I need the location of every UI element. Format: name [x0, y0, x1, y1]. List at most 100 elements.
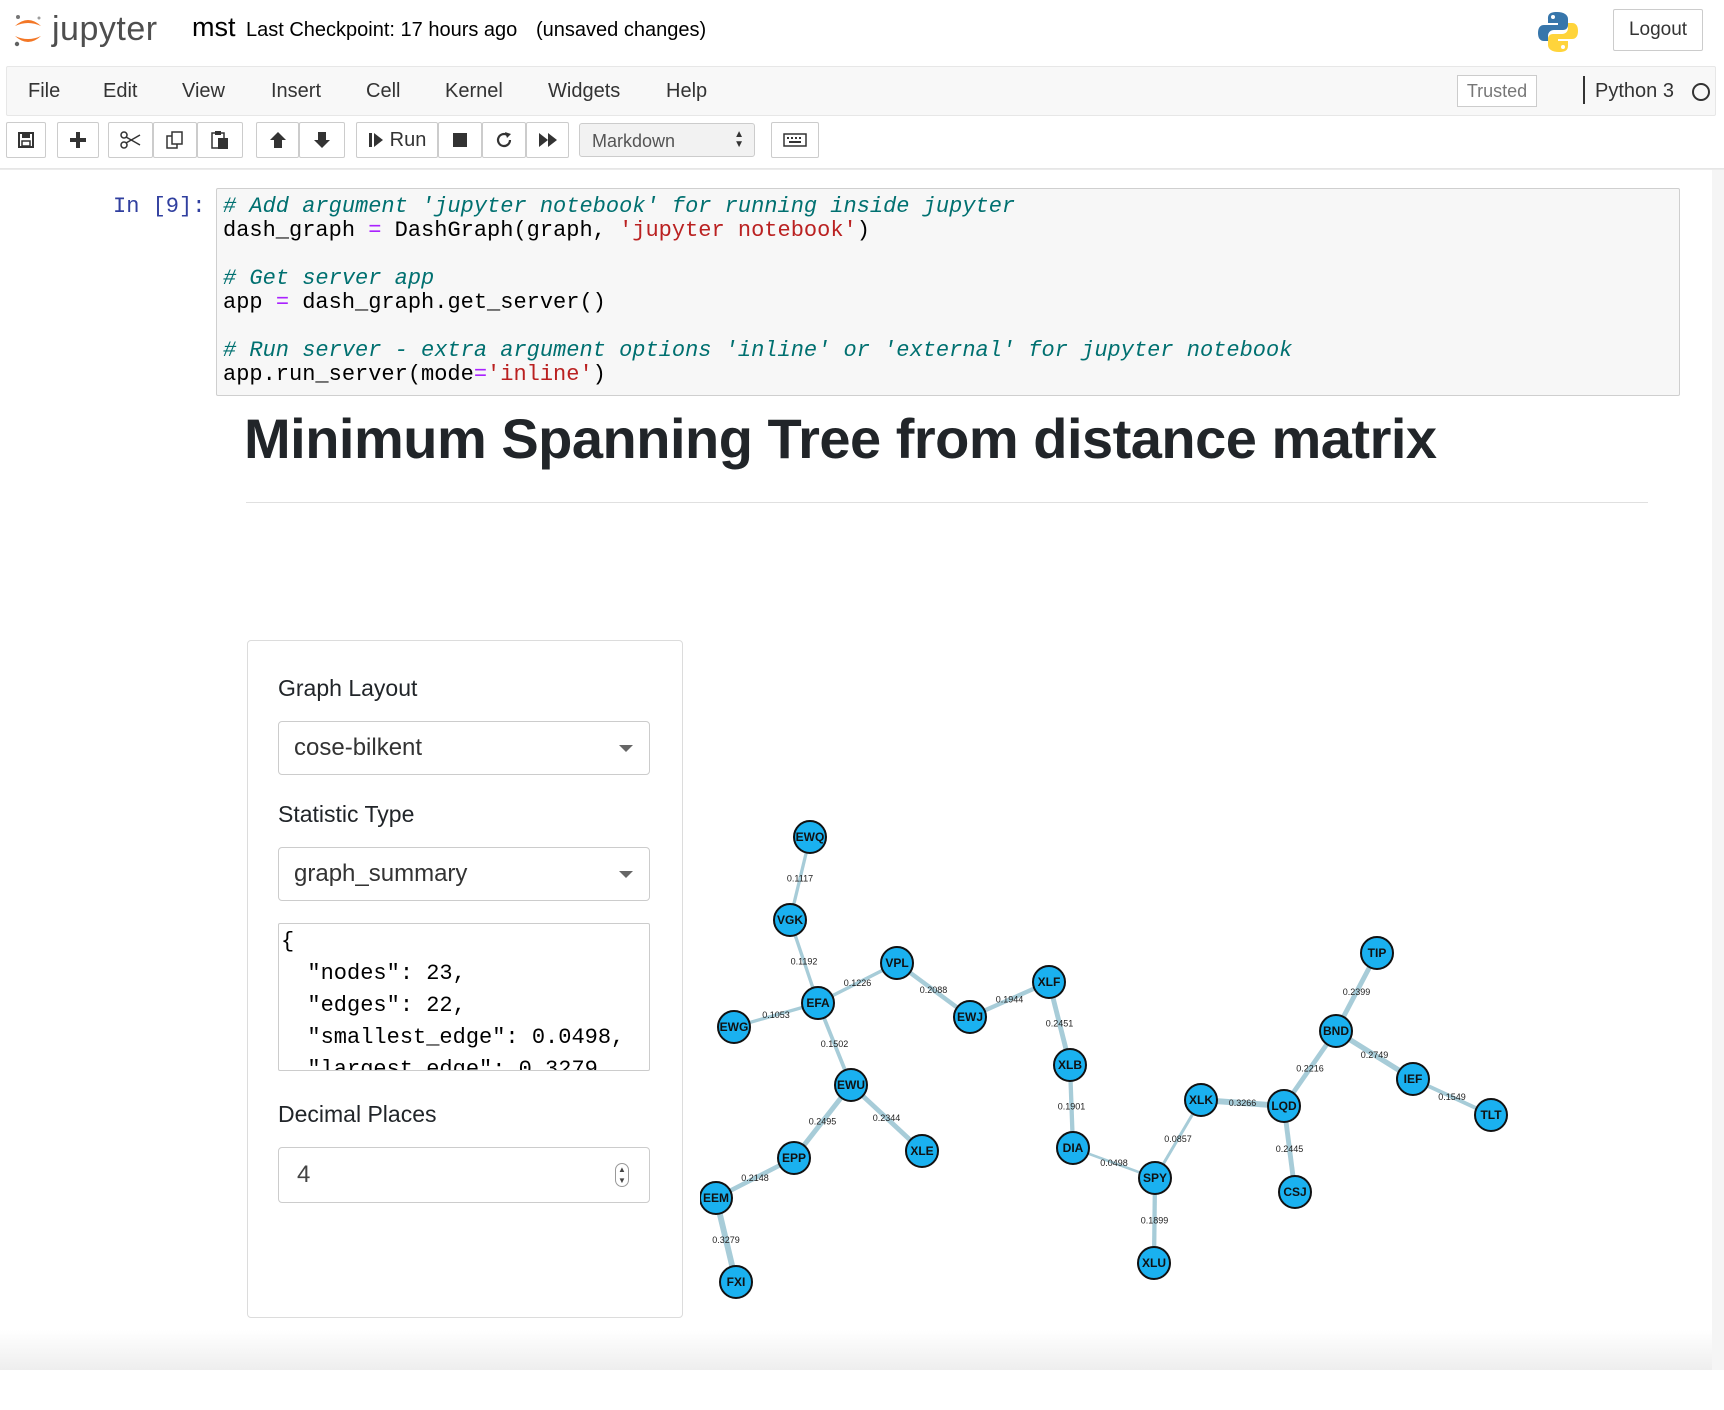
kernel-idle-icon — [1692, 83, 1710, 101]
menu-widgets[interactable]: Widgets — [548, 80, 620, 103]
node-label: VGK — [777, 913, 803, 927]
select-arrows-icon: ▲ ▼ — [734, 129, 744, 150]
node-label: FXI — [727, 1275, 746, 1289]
notebook-name[interactable]: mst — [192, 12, 236, 43]
node-label: IEF — [1404, 1072, 1423, 1086]
checkpoint-status: Last Checkpoint: 17 hours ago — [246, 19, 518, 41]
code-token: DashGraph(graph, — [381, 218, 620, 243]
code-line: app.run_server(mode='inline') — [223, 363, 1679, 387]
copy-button[interactable] — [153, 122, 197, 158]
node-label: TIP — [1368, 946, 1387, 960]
node-label: XLF — [1038, 975, 1061, 989]
code-token: dash_graph.get_server() — [289, 290, 606, 315]
command-palette-button[interactable] — [771, 122, 819, 158]
edge-weight-label: 0.1053 — [762, 1010, 790, 1020]
statistic-type-value: graph_summary — [294, 860, 468, 887]
title-divider — [246, 502, 1648, 503]
code-token: ) — [592, 362, 606, 387]
scissors-icon — [119, 131, 140, 149]
node-label: EPP — [782, 1151, 806, 1165]
python-logo-icon — [1538, 12, 1578, 52]
save-icon — [18, 132, 34, 148]
edge-weight-label: 0.2495 — [809, 1117, 837, 1127]
code-token: # Add argument 'jupyter notebook' for ru… — [223, 194, 1016, 219]
edge-weight-label: 0.1899 — [1141, 1216, 1169, 1226]
interrupt-button[interactable] — [438, 122, 482, 158]
menu-file[interactable]: File — [28, 80, 60, 103]
code-token: = — [473, 362, 488, 387]
cell-type-value: Markdown — [592, 131, 676, 151]
decimal-places-value: 4 — [297, 1161, 311, 1188]
kernel-separator — [1583, 76, 1585, 104]
page-scrollbar[interactable] — [1712, 170, 1724, 1370]
node-label: EWQ — [796, 830, 825, 844]
edge-weight-label: 0.1117 — [787, 874, 813, 884]
statistic-type-dropdown[interactable]: graph_summary — [278, 847, 650, 901]
graph-layout-value: cose-bilkent — [294, 734, 423, 761]
input-prompt: In [9]: — [113, 194, 206, 219]
code-token: dash_graph — [223, 218, 369, 243]
edge-weight-label: 0.2344 — [873, 1113, 901, 1123]
cut-button[interactable] — [108, 122, 153, 158]
toolbar: Run Markdown ▲ ▼ — [0, 120, 1724, 164]
code-line: app = dash_graph.get_server() — [223, 291, 1679, 315]
statistics-line: "nodes": 23, — [281, 961, 466, 986]
stop-icon — [453, 133, 467, 147]
cell-type-select[interactable]: Markdown ▲ ▼ — [579, 123, 755, 157]
edge-weight-label: 0.3279 — [712, 1235, 740, 1245]
menu-kernel[interactable]: Kernel — [445, 80, 503, 103]
menu-help[interactable]: Help — [666, 80, 707, 103]
page-bottom-shade — [0, 1330, 1712, 1370]
code-line: # Get server app — [223, 267, 1679, 291]
trusted-indicator[interactable]: Trusted — [1457, 75, 1537, 107]
logout-button[interactable]: Logout — [1613, 9, 1703, 51]
run-all-button[interactable] — [526, 122, 569, 158]
run-button[interactable]: Run — [356, 122, 438, 158]
edge-weight-label: 0.2399 — [1343, 987, 1371, 997]
kernel-name[interactable]: Python 3 — [1595, 80, 1674, 103]
edge-weight-label: 0.1944 — [996, 995, 1024, 1005]
graph-layout-dropdown[interactable]: cose-bilkent — [278, 721, 650, 775]
save-button[interactable] — [6, 122, 46, 158]
copy-icon — [166, 131, 183, 149]
edge-weight-label: 0.1901 — [1058, 1102, 1086, 1112]
statistic-type-label: Statistic Type — [278, 801, 415, 827]
statistics-line: "edges": 22, — [281, 993, 466, 1018]
paste-button[interactable] — [197, 122, 243, 158]
statistics-line: "largest_edge": 0.3279, — [281, 1057, 612, 1071]
restart-icon — [496, 132, 512, 148]
move-up-button[interactable] — [256, 122, 299, 158]
menu-insert[interactable]: Insert — [271, 80, 321, 103]
output-title: Minimum Spanning Tree from distance matr… — [244, 407, 1437, 470]
jupyter-logo[interactable]: jupyter — [10, 8, 180, 52]
decimal-places-input[interactable]: 4 ▲ ▼ — [278, 1147, 650, 1203]
insert-cell-button[interactable] — [57, 122, 99, 158]
node-label: VPL — [885, 956, 908, 970]
edge-weight-label: 0.2749 — [1361, 1050, 1389, 1060]
statistics-textarea[interactable]: { "nodes": 23, "edges": 22, "smallest_ed… — [278, 923, 650, 1071]
menu-edit[interactable]: Edit — [103, 80, 137, 103]
code-token: 'inline' — [487, 362, 593, 387]
menubar: File Edit View Insert Cell Kernel Widget… — [6, 66, 1716, 116]
chevron-down-icon — [619, 745, 633, 752]
move-down-button[interactable] — [299, 122, 345, 158]
run-label: Run — [389, 128, 427, 151]
node-label: EFA — [806, 996, 830, 1010]
node-label: XLK — [1189, 1093, 1213, 1107]
menu-cell[interactable]: Cell — [366, 80, 400, 103]
decimal-places-label: Decimal Places — [278, 1101, 437, 1127]
code-token: ) — [856, 218, 870, 243]
code-cell-editor[interactable]: # Add argument 'jupyter notebook' for ru… — [216, 188, 1680, 396]
code-line: # Run server - extra argument options 'i… — [223, 339, 1679, 363]
edge-weight-label: 0.0498 — [1100, 1158, 1128, 1168]
menu-view[interactable]: View — [182, 80, 225, 103]
edge-weight-label: 0.1226 — [844, 978, 872, 988]
restart-button[interactable] — [482, 122, 526, 158]
edge-weight-label: 0.2445 — [1276, 1144, 1304, 1154]
paste-icon — [211, 131, 228, 149]
code-line: # Add argument 'jupyter notebook' for ru… — [223, 195, 1679, 219]
number-spinner-icon[interactable]: ▲ ▼ — [615, 1163, 629, 1187]
mst-graph[interactable]: 0.1117 0.1192 0.1226 0.1053 0.2088 0.1944 0.24… — [700, 690, 1700, 1410]
node-label: EEM — [703, 1191, 729, 1205]
